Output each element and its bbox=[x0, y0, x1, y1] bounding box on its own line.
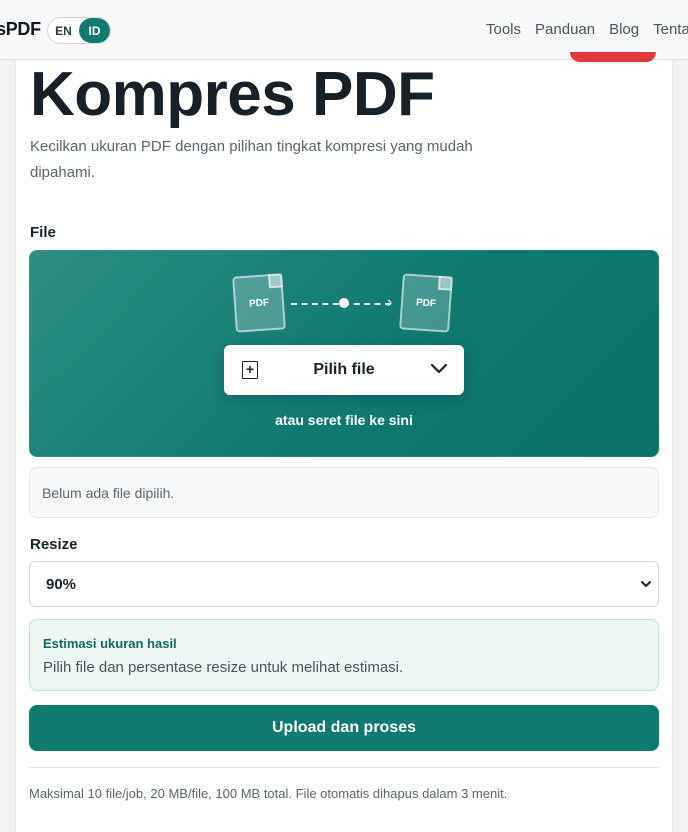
status-pill[interactable] bbox=[570, 52, 656, 62]
flow-dot bbox=[339, 298, 349, 308]
pdf-output-label: PDF bbox=[415, 296, 437, 310]
page-title: Kompres PDF bbox=[30, 60, 435, 129]
upload-process-button[interactable]: Upload dan proses bbox=[29, 705, 659, 751]
pdf-source-icon: PDF bbox=[232, 273, 286, 333]
language-toggle[interactable]: EN ID bbox=[47, 17, 111, 44]
estimate-title: Estimasi ukuran hasil bbox=[43, 636, 177, 651]
nav-link-tools[interactable]: Tools bbox=[486, 21, 521, 38]
main-nav: Tools Panduan Blog Tentang bbox=[486, 21, 688, 38]
pick-file-button[interactable]: + Pilih file bbox=[224, 345, 464, 395]
nav-link-blog[interactable]: Blog bbox=[609, 21, 639, 38]
pdf-source-label: PDF bbox=[248, 296, 270, 310]
chevron-down-icon bbox=[641, 581, 651, 587]
resize-label: Resize bbox=[30, 536, 78, 553]
resize-selected-value: 90% bbox=[46, 576, 77, 593]
estimate-text: Pilih file dan persentase resize untuk m… bbox=[43, 659, 404, 676]
top-navbar: sPDF EN ID Tools Panduan Blog Tentang bbox=[0, 0, 688, 60]
arrow-right-icon: › bbox=[387, 294, 393, 311]
pick-file-label: Pilih file bbox=[313, 361, 375, 378]
pdf-output-icon: PDF bbox=[399, 273, 453, 333]
file-status: Belum ada file dipilih. bbox=[29, 467, 659, 518]
resize-select[interactable]: 90% bbox=[29, 561, 659, 607]
estimate-box: Estimasi ukuran hasil Pilih file dan per… bbox=[29, 619, 659, 691]
divider bbox=[29, 767, 659, 768]
plus-icon: + bbox=[242, 361, 258, 379]
limits-footnote: Maksimal 10 file/job, 20 MB/file, 100 MB… bbox=[29, 786, 508, 801]
chevron-down-icon[interactable] bbox=[428, 357, 450, 379]
drop-hint: atau seret file ke sini bbox=[275, 412, 413, 428]
page-subtitle: Kecilkan ukuran PDF dengan pilihan tingk… bbox=[30, 138, 473, 181]
lang-option-en[interactable]: EN bbox=[48, 18, 79, 43]
file-label: File bbox=[30, 224, 56, 241]
brand-logo[interactable]: sPDF bbox=[0, 19, 41, 40]
nav-link-panduan[interactable]: Panduan bbox=[535, 21, 595, 38]
file-dropzone[interactable]: PDF › PDF + Pilih file atau seret file k… bbox=[29, 250, 659, 457]
nav-link-tentang[interactable]: Tentang bbox=[653, 21, 688, 38]
lang-option-id[interactable]: ID bbox=[79, 18, 110, 43]
